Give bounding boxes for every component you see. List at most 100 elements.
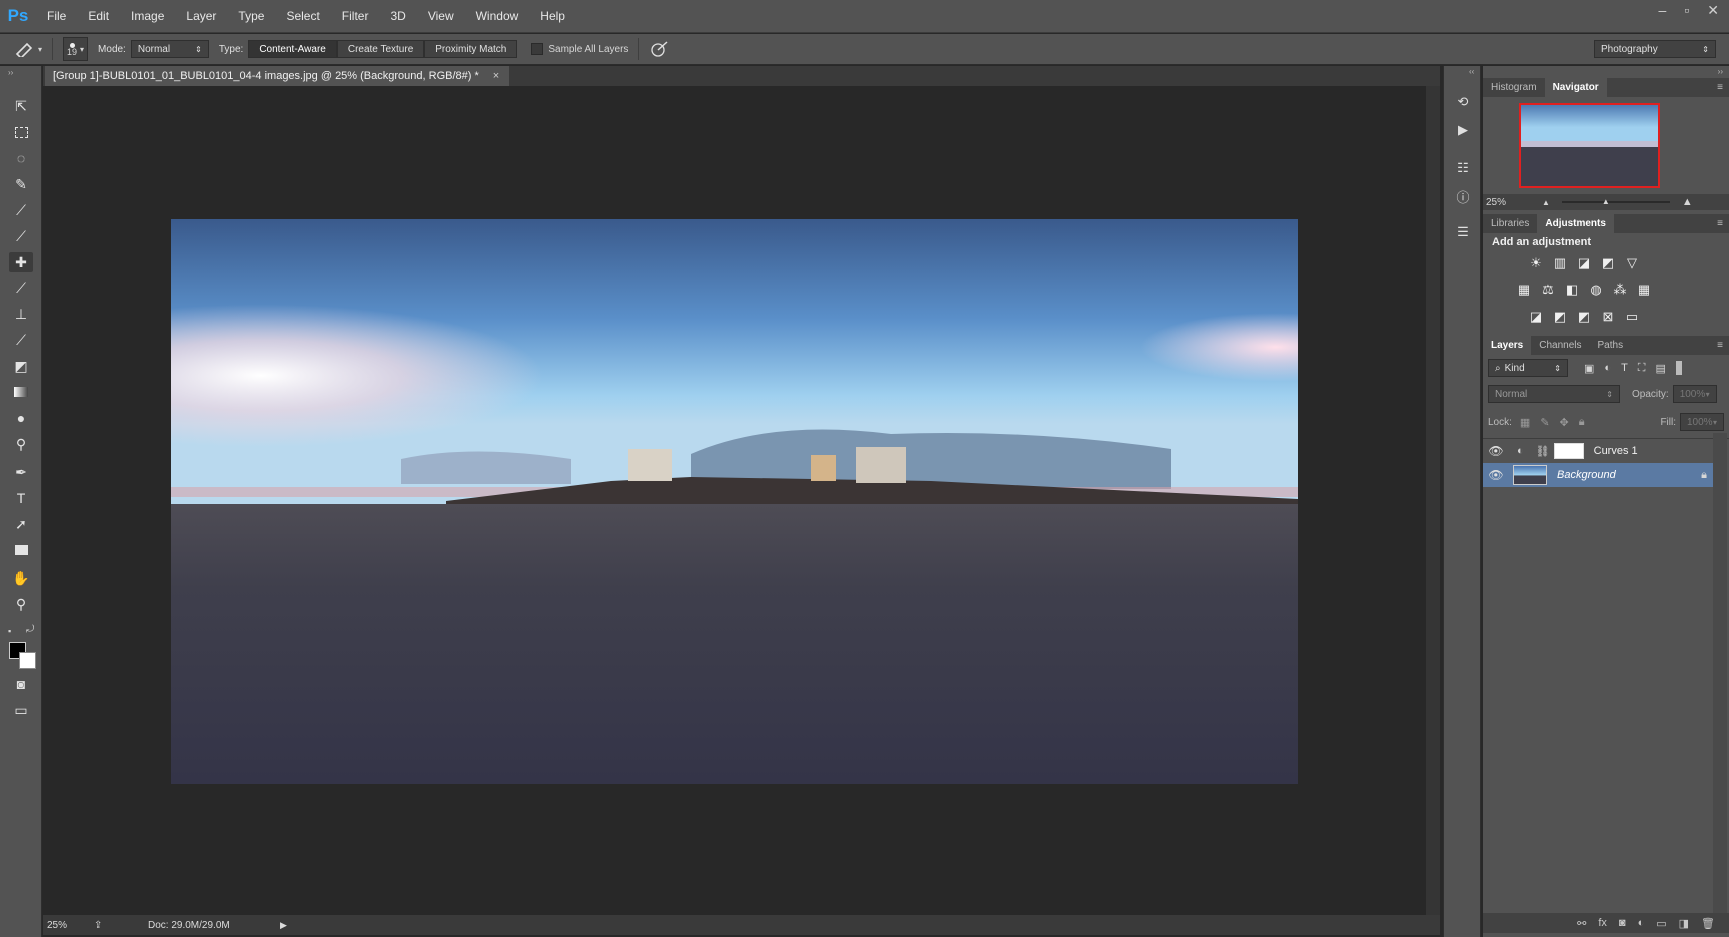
visibility-eye-icon[interactable]: 👁︎ xyxy=(1483,444,1509,458)
document-image[interactable] xyxy=(171,219,1298,784)
menu-window[interactable]: Window xyxy=(465,9,530,23)
layer-mask-thumbnail[interactable] xyxy=(1553,443,1584,459)
layer-row-background[interactable]: 👁︎ Background 🔒︎ xyxy=(1483,463,1713,487)
tab-layers[interactable]: Layers xyxy=(1483,336,1532,355)
menu-image[interactable]: Image xyxy=(120,9,175,23)
threshold-icon[interactable]: ◩ xyxy=(1575,308,1593,326)
tool-preset-picker[interactable]: ▾ xyxy=(8,41,48,57)
tab-histogram[interactable]: Histogram xyxy=(1483,78,1545,97)
layer-comps-panel-icon[interactable]: ☰ xyxy=(1453,222,1473,242)
sample-all-layers-checkbox[interactable] xyxy=(531,43,544,55)
blur-tool-icon[interactable]: ● xyxy=(9,408,33,428)
photo-filter-icon[interactable]: ◍ xyxy=(1587,281,1605,299)
opacity-field[interactable]: 100% ▾ xyxy=(1672,385,1717,403)
black-white-icon[interactable]: ◧ xyxy=(1563,281,1581,299)
new-adjustment-layer-icon[interactable]: ◐ xyxy=(1638,917,1645,929)
hue-saturation-icon[interactable]: ▦ xyxy=(1515,281,1533,299)
layer-row-curves[interactable]: 👁︎ ◐ ⛓︎ Curves 1 xyxy=(1483,439,1713,463)
swap-colors-icon[interactable]: ⤾ xyxy=(26,624,34,635)
pen-tool-icon[interactable]: ✒ xyxy=(9,462,33,482)
filter-smart-object-icon[interactable]: ▤ xyxy=(1656,362,1666,375)
quick-selection-tool-icon[interactable]: ✎ xyxy=(9,174,33,194)
crop-tool-icon[interactable]: ⟋ xyxy=(9,200,33,220)
add-mask-icon[interactable]: ◙ xyxy=(1619,917,1626,929)
posterize-icon[interactable]: ◩ xyxy=(1551,308,1569,326)
document-tab[interactable]: [Group 1]-BUBL0101_01_BUBL0101_04-4 imag… xyxy=(45,66,510,86)
color-lookup-icon[interactable]: ▦ xyxy=(1635,281,1653,299)
layer-kind-dropdown[interactable]: ⌕ Kind ⇕ xyxy=(1488,359,1568,377)
lock-position-icon[interactable]: ✥ xyxy=(1560,416,1569,429)
mode-dropdown[interactable]: Normal ⇕ xyxy=(130,40,209,58)
move-tool-icon[interactable]: ⇱ xyxy=(9,96,33,116)
panel-menu-icon[interactable]: ≡ xyxy=(1717,78,1729,97)
export-icon[interactable]: ⇪ xyxy=(94,920,108,931)
expand-icon[interactable]: ›› xyxy=(1718,67,1723,76)
panel-menu-icon[interactable]: ≡ xyxy=(1717,214,1729,233)
channel-mixer-icon[interactable]: ⁂ xyxy=(1611,281,1629,299)
lock-pixels-icon[interactable]: ✎ xyxy=(1540,416,1549,429)
navigator-view-box[interactable] xyxy=(1519,103,1660,188)
tab-channels[interactable]: Channels xyxy=(1531,336,1589,355)
quick-mask-icon[interactable]: ◙ xyxy=(9,674,33,694)
gradient-map-icon[interactable]: ▭ xyxy=(1623,308,1641,326)
type-tool-icon[interactable]: T xyxy=(9,488,33,508)
proximity-match-button[interactable]: Proximity Match xyxy=(424,40,518,58)
tab-adjustments[interactable]: Adjustments xyxy=(1537,214,1614,233)
menu-layer[interactable]: Layer xyxy=(175,9,227,23)
history-brush-tool-icon[interactable]: ⟋ xyxy=(9,330,33,350)
workspace-dropdown[interactable]: Photography ⇕ xyxy=(1594,40,1716,58)
filter-pixel-icon[interactable]: ▣ xyxy=(1584,362,1594,375)
fill-field[interactable]: 100% ▾ xyxy=(1680,413,1724,431)
menu-edit[interactable]: Edit xyxy=(77,9,120,23)
zoom-slider[interactable]: ▲ xyxy=(1561,197,1670,206)
filter-adjustment-icon[interactable]: ◐ xyxy=(1604,362,1611,374)
collapse-icon[interactable]: ›› xyxy=(8,68,13,77)
blend-mode-dropdown[interactable]: Normal ⇕ xyxy=(1488,385,1620,403)
filter-type-icon[interactable]: T xyxy=(1621,362,1628,374)
new-group-icon[interactable]: ▭ xyxy=(1656,917,1666,930)
zoom-tool-icon[interactable]: ⚲ xyxy=(9,594,33,614)
menu-select[interactable]: Select xyxy=(275,9,330,23)
hand-tool-icon[interactable]: ✋ xyxy=(9,568,33,588)
menu-filter[interactable]: Filter xyxy=(331,9,380,23)
brush-size-picker[interactable]: 19 ▾ xyxy=(63,37,89,61)
delete-layer-icon[interactable]: 🗑︎ xyxy=(1701,917,1715,930)
layer-style-icon[interactable]: fx xyxy=(1598,917,1607,929)
new-layer-icon[interactable]: ◨ xyxy=(1679,917,1689,930)
link-layers-icon[interactable]: ⚯ xyxy=(1577,917,1586,930)
path-selection-tool-icon[interactable]: ➚ xyxy=(9,514,33,534)
zoom-level[interactable]: 25% xyxy=(47,920,89,931)
screen-mode-icon[interactable]: ▭ xyxy=(9,700,33,720)
marquee-tool-icon[interactable] xyxy=(9,122,33,142)
layers-scrollbar[interactable] xyxy=(1713,433,1727,913)
navigator-thumbnail[interactable] xyxy=(1519,103,1660,188)
menu-view[interactable]: View xyxy=(417,9,465,23)
lasso-tool-icon[interactable]: ◌ xyxy=(9,148,33,168)
vertical-scrollbar[interactable] xyxy=(1426,86,1440,915)
collapse-icon[interactable]: ‹‹ xyxy=(1469,67,1474,76)
panel-menu-icon[interactable]: ≡ xyxy=(1717,336,1729,355)
tab-libraries[interactable]: Libraries xyxy=(1483,214,1537,233)
default-colors-icon[interactable]: ▪ xyxy=(8,626,11,636)
close-button[interactable]: ✕ xyxy=(1707,2,1719,19)
dodge-tool-icon[interactable]: ⚲ xyxy=(9,434,33,454)
brush-tool-icon[interactable]: ⟋ xyxy=(9,278,33,298)
levels-icon[interactable]: ▥ xyxy=(1551,254,1569,272)
create-texture-button[interactable]: Create Texture xyxy=(336,40,425,58)
tab-navigator[interactable]: Navigator xyxy=(1544,78,1607,97)
tab-paths[interactable]: Paths xyxy=(1590,336,1632,355)
filter-shape-icon[interactable]: ⛶ xyxy=(1638,362,1646,375)
lock-transparent-icon[interactable]: ▦ xyxy=(1520,416,1530,429)
curves-icon[interactable]: ◪ xyxy=(1575,254,1593,272)
visibility-eye-icon[interactable]: 👁︎ xyxy=(1483,468,1509,482)
maximize-button[interactable]: ▫ xyxy=(1684,2,1689,19)
selective-color-icon[interactable]: ⊠ xyxy=(1599,308,1617,326)
eraser-tool-icon[interactable]: ◩ xyxy=(9,356,33,376)
eyedropper-tool-icon[interactable]: ⟋ xyxy=(9,226,33,246)
color-balance-icon[interactable]: ⚖ xyxy=(1539,281,1557,299)
close-tab-icon[interactable]: × xyxy=(493,70,499,82)
navigator-zoom-value[interactable]: 25% xyxy=(1486,197,1536,208)
history-panel-icon[interactable]: ⟲ xyxy=(1453,92,1473,112)
menu-help[interactable]: Help xyxy=(529,9,576,23)
actions-panel-icon[interactable]: ▶ xyxy=(1453,120,1473,140)
